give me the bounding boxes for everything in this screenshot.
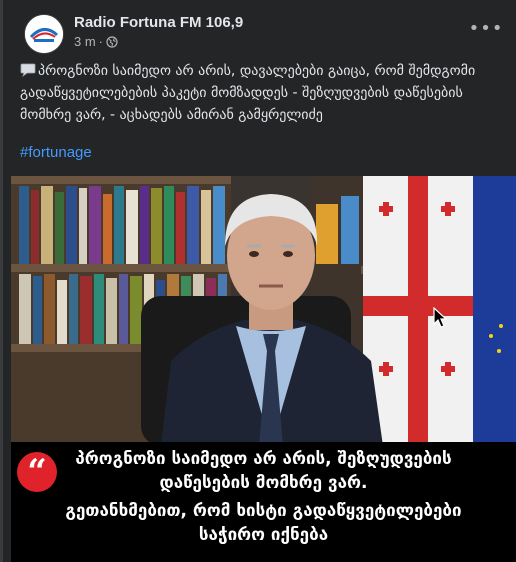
- meta-separator: ·: [98, 34, 104, 49]
- radio-fortuna-logo: [25, 15, 63, 53]
- more-horizontal-icon: •••: [468, 17, 504, 39]
- post-timestamp[interactable]: 3 m: [74, 34, 96, 49]
- post-body-text: პროგნოზი საიმედო არ არის, დავალებები გაი…: [20, 63, 476, 123]
- quote-banner: “ პროგნოზი საიმედო არ არის, შეზღუდვების …: [11, 442, 516, 562]
- speech-balloon-icon: [20, 63, 36, 77]
- page-avatar[interactable]: [24, 14, 64, 54]
- page-name-link[interactable]: Radio Fortuna FM 106,9: [74, 14, 243, 31]
- banner-line-1: პროგნოზი საიმედო არ არის, შეზღუდვების: [75, 449, 452, 469]
- left-divider: [0, 0, 3, 562]
- banner-line-2: დაწესების მომხრე ვარ.: [159, 473, 368, 493]
- banner-line-4: საჭირო იქნება: [198, 525, 329, 545]
- post-video[interactable]: “ პროგნოზი საიმედო არ არის, შეზღუდვების …: [11, 176, 516, 562]
- post-header: Radio Fortuna FM 106,9 3 m · •••: [20, 12, 503, 56]
- mouse-cursor-icon: [433, 307, 447, 328]
- more-options-button[interactable]: •••: [469, 18, 503, 39]
- post-meta: 3 m ·: [74, 34, 118, 49]
- hashtag-link[interactable]: #fortunage: [20, 144, 92, 161]
- post-text: პროგნოზი საიმედო არ არის, დავალებები გაი…: [20, 60, 490, 126]
- facebook-post: Radio Fortuna FM 106,9 3 m · ••• პროგნოზ…: [0, 0, 516, 562]
- globe-icon[interactable]: [106, 35, 118, 48]
- banner-line-3: გეთანხმებით, რომ ხისტი გადაწყვეტილებები: [65, 501, 462, 521]
